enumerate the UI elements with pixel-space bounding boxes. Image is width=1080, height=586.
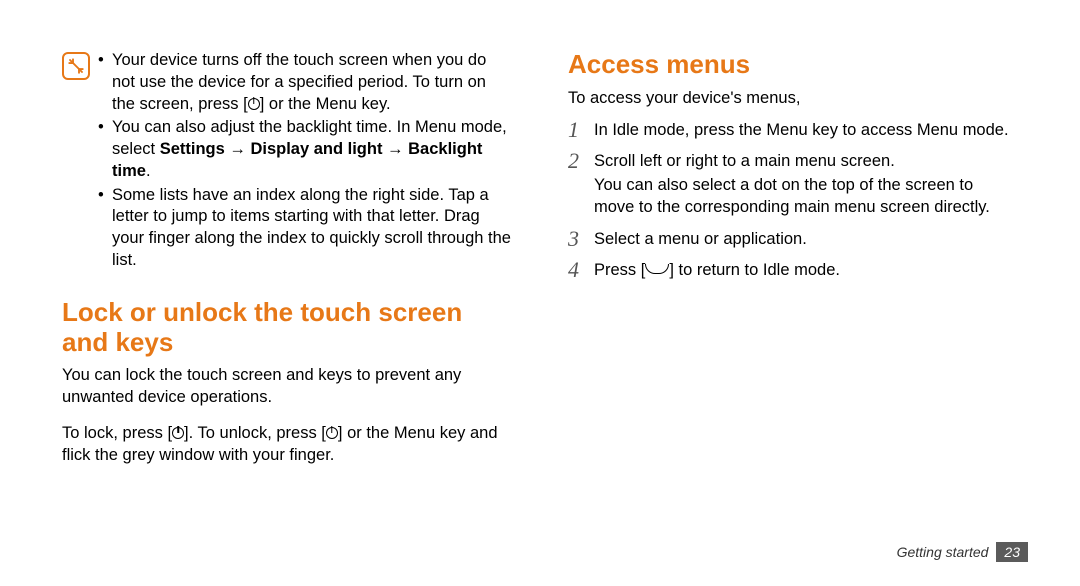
note-text: Some lists have an index along the right…	[112, 186, 511, 269]
step-text: In Idle mode, press the Menu key to acce…	[594, 120, 1018, 142]
note-text: ] or the Menu key.	[260, 95, 391, 113]
steps-list: 1 In Idle mode, press the Menu key to ac…	[568, 120, 1018, 283]
step-text: Press [ ] to return to Idle mode.	[594, 260, 1018, 282]
lock-paragraph-1: You can lock the touch screen and keys t…	[62, 365, 512, 409]
note-box: Your device turns off the touch screen w…	[62, 50, 512, 274]
note-text: .	[146, 162, 151, 180]
step-item: 4 Press [ ] to return to Idle mode.	[568, 260, 1018, 282]
manual-page: Your device turns off the touch screen w…	[0, 0, 1080, 586]
heading-access-menus: Access menus	[568, 50, 1018, 80]
note-item: Your device turns off the touch screen w…	[98, 50, 512, 115]
heading-lock-unlock: Lock or unlock the touch screen and keys	[62, 298, 512, 358]
note-item: You can also adjust the backlight time. …	[98, 117, 512, 182]
step-text: Scroll left or right to a main menu scre…	[594, 151, 1018, 218]
power-icon	[248, 98, 260, 110]
page-footer: Getting started 23	[897, 542, 1028, 562]
note-list: Your device turns off the touch screen w…	[98, 50, 512, 274]
step-number: 3	[568, 228, 594, 250]
step-pre: Press [	[594, 261, 645, 279]
access-intro: To access your device's menus,	[568, 88, 1018, 110]
end-call-icon	[645, 264, 669, 274]
step-item: 3 Select a menu or application.	[568, 229, 1018, 251]
p2-mid: ]. To unlock, press [	[184, 424, 326, 442]
footer-section: Getting started	[897, 544, 989, 560]
step-item: 2 Scroll left or right to a main menu sc…	[568, 151, 1018, 218]
p2-pre: To lock, press [	[62, 424, 172, 442]
step-sub: You can also select a dot on the top of …	[594, 175, 1018, 219]
note-icon	[62, 52, 90, 80]
step-post: ] to return to Idle mode.	[669, 261, 840, 279]
power-icon	[326, 427, 338, 439]
right-column: Access menus To access your device's men…	[540, 50, 1028, 556]
step-number: 4	[568, 259, 594, 281]
footer-page-number: 23	[996, 542, 1028, 562]
note-bold-path: Settings → Display and light → Backlight…	[112, 140, 482, 180]
step-number: 2	[568, 150, 594, 172]
step-item: 1 In Idle mode, press the Menu key to ac…	[568, 120, 1018, 142]
step-number: 1	[568, 119, 594, 141]
step-text: Select a menu or application.	[594, 229, 1018, 251]
left-column: Your device turns off the touch screen w…	[52, 50, 540, 556]
power-icon	[172, 427, 184, 439]
step-main: Scroll left or right to a main menu scre…	[594, 152, 895, 170]
note-item: Some lists have an index along the right…	[98, 185, 512, 272]
lock-paragraph-2: To lock, press []. To unlock, press [] o…	[62, 423, 512, 467]
